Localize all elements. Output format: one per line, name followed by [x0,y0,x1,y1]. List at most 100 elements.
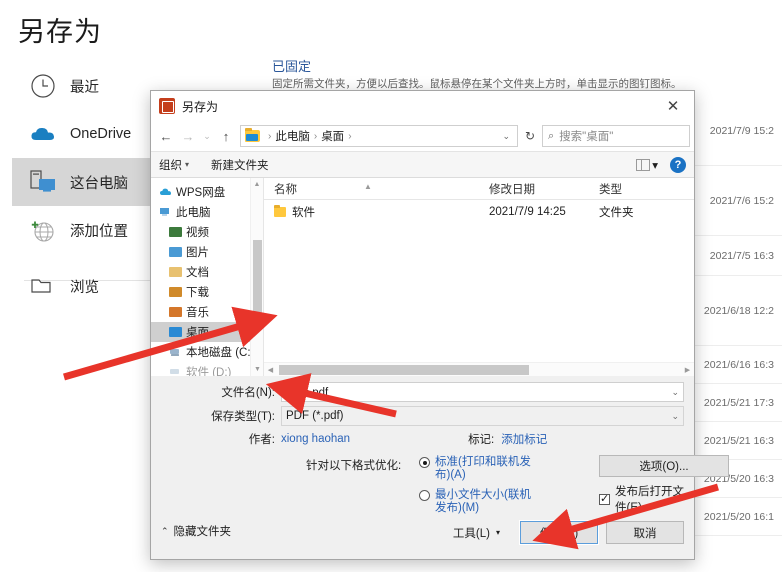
column-label: 名称 [274,183,297,196]
radio-minimum-size[interactable]: 最小文件大小(联机发布)(M) [419,489,539,515]
folder-video-icon [167,227,183,237]
file-list: 名称 ▲ 修改日期 类型 软件 2021/7/9 14:25 文件夹 ◀ ▶ [264,178,694,376]
tree-item-wps-cloud[interactable]: WPS网盘 [151,182,263,202]
refresh-icon[interactable]: ↻ [518,125,542,147]
organize-button[interactable]: 组织 ▾ [159,157,189,173]
add-place-icon [22,211,64,249]
chevron-up-icon: ⌃ [161,525,169,536]
file-fields: 文件名(N): 演示.pdf ⌄ 保存类型(T): PDF (*.pdf) ⌄ … [151,376,694,449]
folder-music-icon [167,307,183,317]
radio-button-icon[interactable] [419,457,430,468]
new-folder-button[interactable]: 新建文件夹 [211,157,269,173]
tree-item-local-disk-c[interactable]: 本地磁盘 (C:) [151,342,263,362]
tree-item-label: 软件 (D:) [186,367,232,376]
dialog-title: 另存为 [182,99,219,114]
row-date: 2021/6/18 12:2 [703,304,774,317]
command-bar-right: ▾ ? [636,156,686,173]
scroll-right-icon[interactable]: ▶ [681,366,694,374]
computer-icon [157,207,173,217]
forward-icon[interactable]: → [177,125,199,147]
filetype-value: PDF (*.pdf) [286,410,344,422]
scroll-left-icon[interactable]: ◀ [264,366,277,374]
view-layout-icon[interactable] [636,158,651,171]
tree-item-label: 下载 [186,287,209,299]
hide-folders-button[interactable]: ⌃ 隐藏文件夹 [161,523,231,539]
organize-label: 组织 [159,159,182,172]
tree-item-label: 图片 [186,247,209,259]
file-date-cell: 2021/7/9 14:25 [489,206,566,218]
horizontal-scrollbar[interactable]: ◀ ▶ [264,362,694,376]
table-row[interactable]: 软件 2021/7/9 14:25 文件夹 [264,200,694,224]
tools-button[interactable]: 工具(L) ▾ [453,525,500,541]
tree-item-label: 文档 [186,267,209,279]
breadcrumb-item-1[interactable]: 桌面 [321,128,344,144]
tree-item-downloads[interactable]: 下载 [151,282,263,302]
tree-item-music[interactable]: 音乐 [151,302,263,322]
chevron-down-icon[interactable]: ⌄ [671,387,679,398]
back-icon[interactable]: ← [155,125,177,147]
breadcrumb-sep: › [268,130,272,142]
radio-button-icon[interactable] [419,490,430,501]
powerpoint-icon [159,98,175,114]
tree-item-software-d[interactable]: 软件 (D:) [151,362,263,376]
new-folder-label: 新建文件夹 [211,159,269,172]
tree-item-desktop[interactable]: 桌面 [151,322,263,342]
author-value[interactable]: xiong haohan [281,433,350,445]
search-input[interactable]: ⌕ 搜索"桌面" [542,125,690,147]
tree-item-videos[interactable]: 视频 [151,222,263,242]
pinned-heading: 已固定 [272,59,312,74]
tree-item-pictures[interactable]: 图片 [151,242,263,262]
tree-item-label: 本地磁盘 (C:) [186,347,255,359]
help-icon[interactable]: ? [670,156,686,173]
scroll-down-icon[interactable]: ▼ [251,363,263,376]
tags-value[interactable]: 添加标记 [501,431,547,447]
cancel-button[interactable]: 取消 [606,521,684,544]
open-after-publish-checkbox[interactable]: 发布后打开文件(E) [599,483,694,515]
tools-label: 工具(L) [452,527,490,540]
up-icon[interactable]: ↑ [215,125,237,147]
chevron-down-icon[interactable]: ⌄ [499,131,513,142]
file-name: 软件 [292,207,315,219]
filename-input[interactable]: 演示.pdf ⌄ [281,382,684,402]
options-button[interactable]: 选项(O)... [599,455,729,477]
tags-label: 标记: [468,434,495,446]
radio-standard[interactable]: 标准(打印和联机发布)(A) [419,456,539,482]
close-icon[interactable]: ✕ [652,91,694,121]
chevron-down-icon[interactable]: ⌄ [671,411,679,422]
tree-item-documents[interactable]: 文档 [151,262,263,282]
computer-icon [22,163,64,201]
optimize-radio-group: 标准(打印和联机发布)(A) 最小文件大小(联机发布)(M) [419,456,539,522]
column-header-type[interactable]: 类型 [589,181,669,197]
scroll-up-icon[interactable]: ▲ [251,178,263,191]
tree-item-this-pc[interactable]: 此电脑 [151,202,263,222]
sidebar-item-label: 这台电脑 [70,175,128,192]
tree-item-label: 桌面 [186,327,209,339]
save-button[interactable]: 保存(S) [519,520,599,545]
column-header-name[interactable]: 名称 ▲ [264,181,479,197]
row-date: 2021/7/5 16:3 [709,249,774,262]
scrollbar-thumb[interactable] [279,364,529,375]
tree-scrollbar[interactable]: ▲ ▼ [250,178,263,376]
breadcrumb-sep: › [313,130,318,142]
checkbox-label: 发布后打开文件(E) [615,486,684,514]
filetype-select[interactable]: PDF (*.pdf) ⌄ [281,406,684,426]
radio-label: 最小文件大小(联机发布)(M) [435,489,531,514]
screenshot-root: 另存为 最近 OneDrive 这台电脑 添加位置 浏览 已固定 固定所需文件夹… [0,0,782,572]
chevron-down-icon[interactable]: ▾ [652,158,658,172]
breadcrumb-item-0[interactable]: 此电脑 [275,128,310,144]
folder-icon [274,205,286,217]
recent-locations-icon[interactable]: ⌄ [199,125,215,147]
search-placeholder: 搜索"桌面" [559,131,614,143]
checkbox-icon[interactable] [599,492,610,505]
scrollbar-thumb[interactable] [253,240,262,330]
command-bar: 组织 ▾ 新建文件夹 ▾ ? [151,151,694,178]
column-header-date[interactable]: 修改日期 [479,181,589,197]
row-date: 2021/5/21 16:3 [703,434,774,447]
metadata-row: 作者: xiong haohan 标记: 添加标记 [151,429,694,449]
breadcrumb[interactable]: › 此电脑 › 桌面 › ⌄ [240,125,518,147]
sidebar-item-label: 浏览 [70,279,99,296]
sidebar-item-label: 最近 [70,79,99,96]
metadata-values: xiong haohan 标记: 添加标记 [281,429,694,449]
scrollbar-track[interactable] [277,364,681,375]
cloud-icon [157,187,173,197]
